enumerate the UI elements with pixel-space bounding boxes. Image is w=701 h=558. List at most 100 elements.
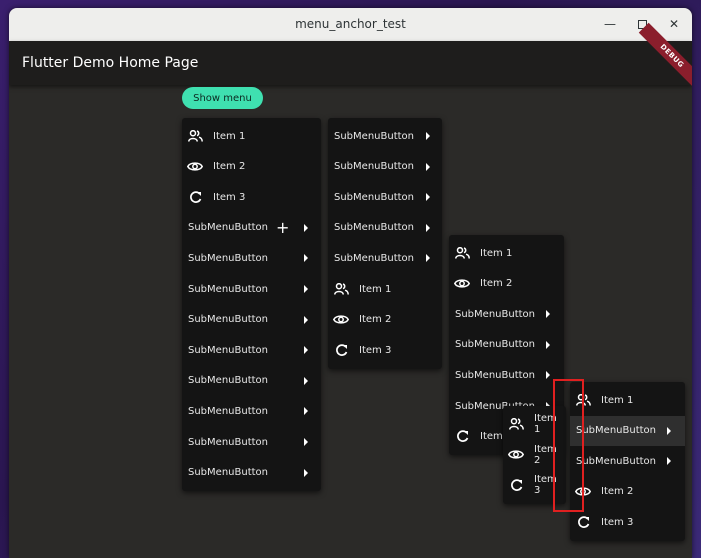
menu-item-label: Item 3 — [601, 516, 634, 528]
eye-icon — [187, 159, 203, 175]
submenu-button[interactable]: SubMenuButton — [182, 427, 321, 457]
menu-item-label: Item 2 — [480, 278, 513, 290]
menu-item-label: Item 1 — [359, 283, 392, 295]
submenu-button[interactable]: SubMenuButton — [449, 299, 564, 329]
menu-item-label: SubMenuButton — [188, 222, 268, 234]
menu-item-label: SubMenuButton — [334, 161, 414, 173]
show-menu-button[interactable]: Show menu — [182, 87, 263, 109]
chevron-right-icon — [426, 223, 430, 232]
menu-item-label: SubMenuButton — [188, 344, 268, 356]
menu-item-label: SubMenuButton — [188, 436, 268, 448]
eye-icon — [454, 276, 470, 292]
submenu-button[interactable]: SubMenuButton — [182, 458, 321, 488]
menu-item-label: SubMenuButton — [455, 308, 535, 320]
menu-item-label: SubMenuButton — [188, 467, 268, 479]
chevron-right-icon — [304, 254, 308, 263]
menu-item-item-1[interactable]: Item 1 — [449, 238, 564, 268]
people-icon — [508, 416, 524, 432]
menu-item-item-1[interactable]: Item 1 — [182, 121, 321, 151]
menu-item-label: Item 2 — [601, 486, 634, 498]
people-icon — [333, 281, 349, 297]
chevron-right-icon — [304, 346, 308, 355]
menu-item-item-2[interactable]: Item 2 — [449, 269, 564, 299]
menu-item-label: SubMenuButton — [334, 222, 414, 234]
submenu-button[interactable]: SubMenuButton — [182, 366, 321, 396]
chevron-right-icon — [426, 254, 430, 263]
title-bar[interactable]: menu_anchor_test — ✕ — [9, 8, 692, 41]
submenu-button[interactable]: SubMenuButton — [182, 243, 321, 273]
chevron-right-icon — [304, 407, 308, 416]
submenu-button[interactable]: SubMenuButton — [570, 415, 685, 446]
submenu-button[interactable]: SubMenuButton — [449, 330, 564, 360]
menu-item-item-3[interactable]: Item 3 — [328, 335, 442, 365]
menu-item-item-1[interactable]: Item 1 — [570, 385, 685, 415]
plus-icon: + — [276, 217, 290, 237]
submenu-button[interactable]: SubMenuButton — [328, 213, 442, 243]
menu-item-label: SubMenuButton — [188, 314, 268, 326]
submenu-button[interactable]: SubMenuButton — [182, 335, 321, 365]
app-window: menu_anchor_test — ✕ Flutter Demo Home P… — [9, 8, 692, 558]
menu-item-label: Item 3 — [213, 191, 246, 203]
submenu-button[interactable]: SubMenuButton — [328, 243, 442, 273]
menu-item-label: Item 1 — [601, 394, 634, 406]
menu-item-item-2[interactable]: Item 2 — [570, 477, 685, 507]
menu-item-label: SubMenuButton — [334, 252, 414, 264]
chevron-right-icon — [304, 285, 308, 293]
chevron-right-icon — [426, 162, 430, 171]
chevron-right-icon — [304, 468, 308, 477]
chevron-right-icon — [426, 193, 430, 202]
submenu-button[interactable]: SubMenuButton — [328, 121, 442, 151]
submenu-button[interactable]: SubMenuButton — [328, 152, 442, 182]
eye-icon — [333, 312, 349, 328]
chevron-right-icon — [304, 223, 308, 232]
close-icon: ✕ — [668, 17, 680, 31]
refresh-icon — [454, 429, 470, 445]
menu-item-label: SubMenuButton — [455, 369, 535, 381]
menu-item-label: Item 1 — [480, 247, 513, 259]
window-title: menu_anchor_test — [295, 17, 406, 31]
menu-item-label: SubMenuButton — [334, 191, 414, 203]
chevron-right-icon — [304, 315, 308, 324]
refresh-icon — [187, 189, 203, 205]
minimize-button[interactable]: — — [599, 13, 621, 35]
menu-item-item-2[interactable]: Item 2 — [182, 152, 321, 182]
close-button[interactable]: ✕ — [663, 13, 685, 35]
submenu-button[interactable]: SubMenuButton — [182, 274, 321, 304]
submenu-button[interactable]: SubMenuButton — [570, 446, 685, 476]
menu-item-label: SubMenuButton — [188, 252, 268, 264]
chevron-right-icon — [667, 426, 671, 435]
menu-item-item-2[interactable]: Item 2 — [328, 305, 442, 335]
menu-panel-5: Item 1 SubMenuButton SubMenuButton Item 2 It… — [570, 382, 685, 541]
minimize-icon: — — [604, 17, 616, 31]
refresh-icon — [575, 514, 591, 530]
chevron-right-icon — [546, 310, 550, 319]
chevron-right-icon — [304, 376, 308, 385]
menu-item-item-3[interactable]: Item 3 — [182, 182, 321, 212]
submenu-button[interactable]: SubMenuButton — [182, 305, 321, 335]
chevron-right-icon — [304, 438, 308, 446]
menu-item-label: SubMenuButton — [334, 130, 414, 142]
chevron-right-icon — [546, 340, 550, 349]
menu-item-label: SubMenuButton — [455, 339, 535, 351]
menu-item-item-3[interactable]: Item 3 — [570, 507, 685, 537]
refresh-icon — [508, 477, 524, 493]
page-title: Flutter Demo Home Page — [22, 55, 199, 71]
menu-panel-1: Item 1 Item 2 Item 3 + SubMenuButton SubMenuB… — [182, 118, 321, 492]
submenu-button[interactable]: SubMenuButton — [449, 360, 564, 390]
chevron-right-icon — [546, 371, 550, 380]
menu-panel-2: SubMenuButton SubMenuButton SubMenuButton S… — [328, 118, 442, 369]
menu-item-label: Item 3 — [359, 344, 392, 356]
menu-item-label: SubMenuButton — [188, 375, 268, 387]
menu-item-item-1[interactable]: Item 1 — [328, 274, 442, 304]
submenu-button[interactable]: SubMenuButton — [182, 396, 321, 426]
menu-item-label: Item 2 — [359, 314, 392, 326]
people-icon — [454, 245, 470, 261]
highlight-annotation-box — [553, 379, 584, 512]
submenu-button[interactable]: + SubMenuButton — [182, 213, 321, 243]
people-icon — [187, 128, 203, 144]
menu-item-label: Item 2 — [213, 161, 246, 173]
submenu-button[interactable]: SubMenuButton — [328, 182, 442, 212]
refresh-icon — [333, 342, 349, 358]
eye-icon — [508, 447, 524, 463]
chevron-right-icon — [426, 132, 430, 140]
